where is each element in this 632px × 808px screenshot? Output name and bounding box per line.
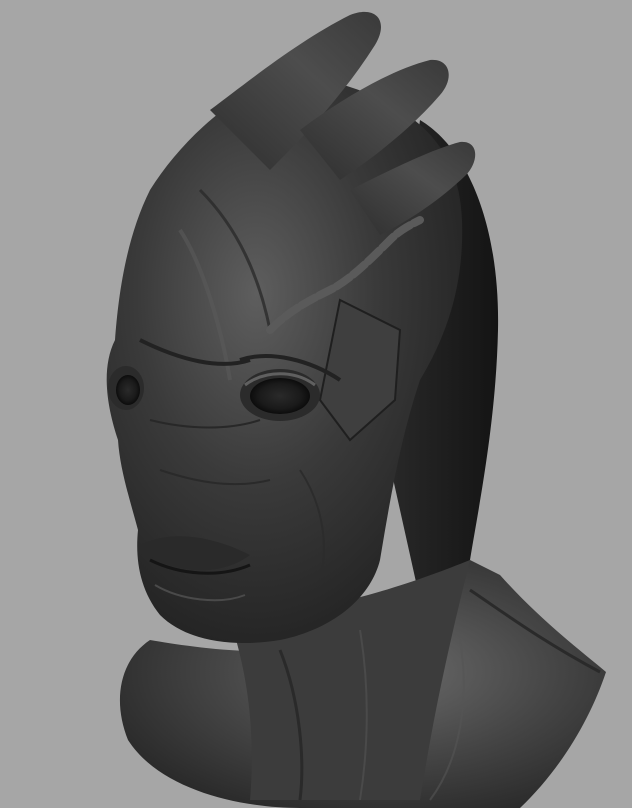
right-eye xyxy=(108,366,144,410)
sculpt-viewport xyxy=(0,0,632,808)
left-eye xyxy=(240,369,320,421)
alien-head-sculpt xyxy=(106,11,606,808)
